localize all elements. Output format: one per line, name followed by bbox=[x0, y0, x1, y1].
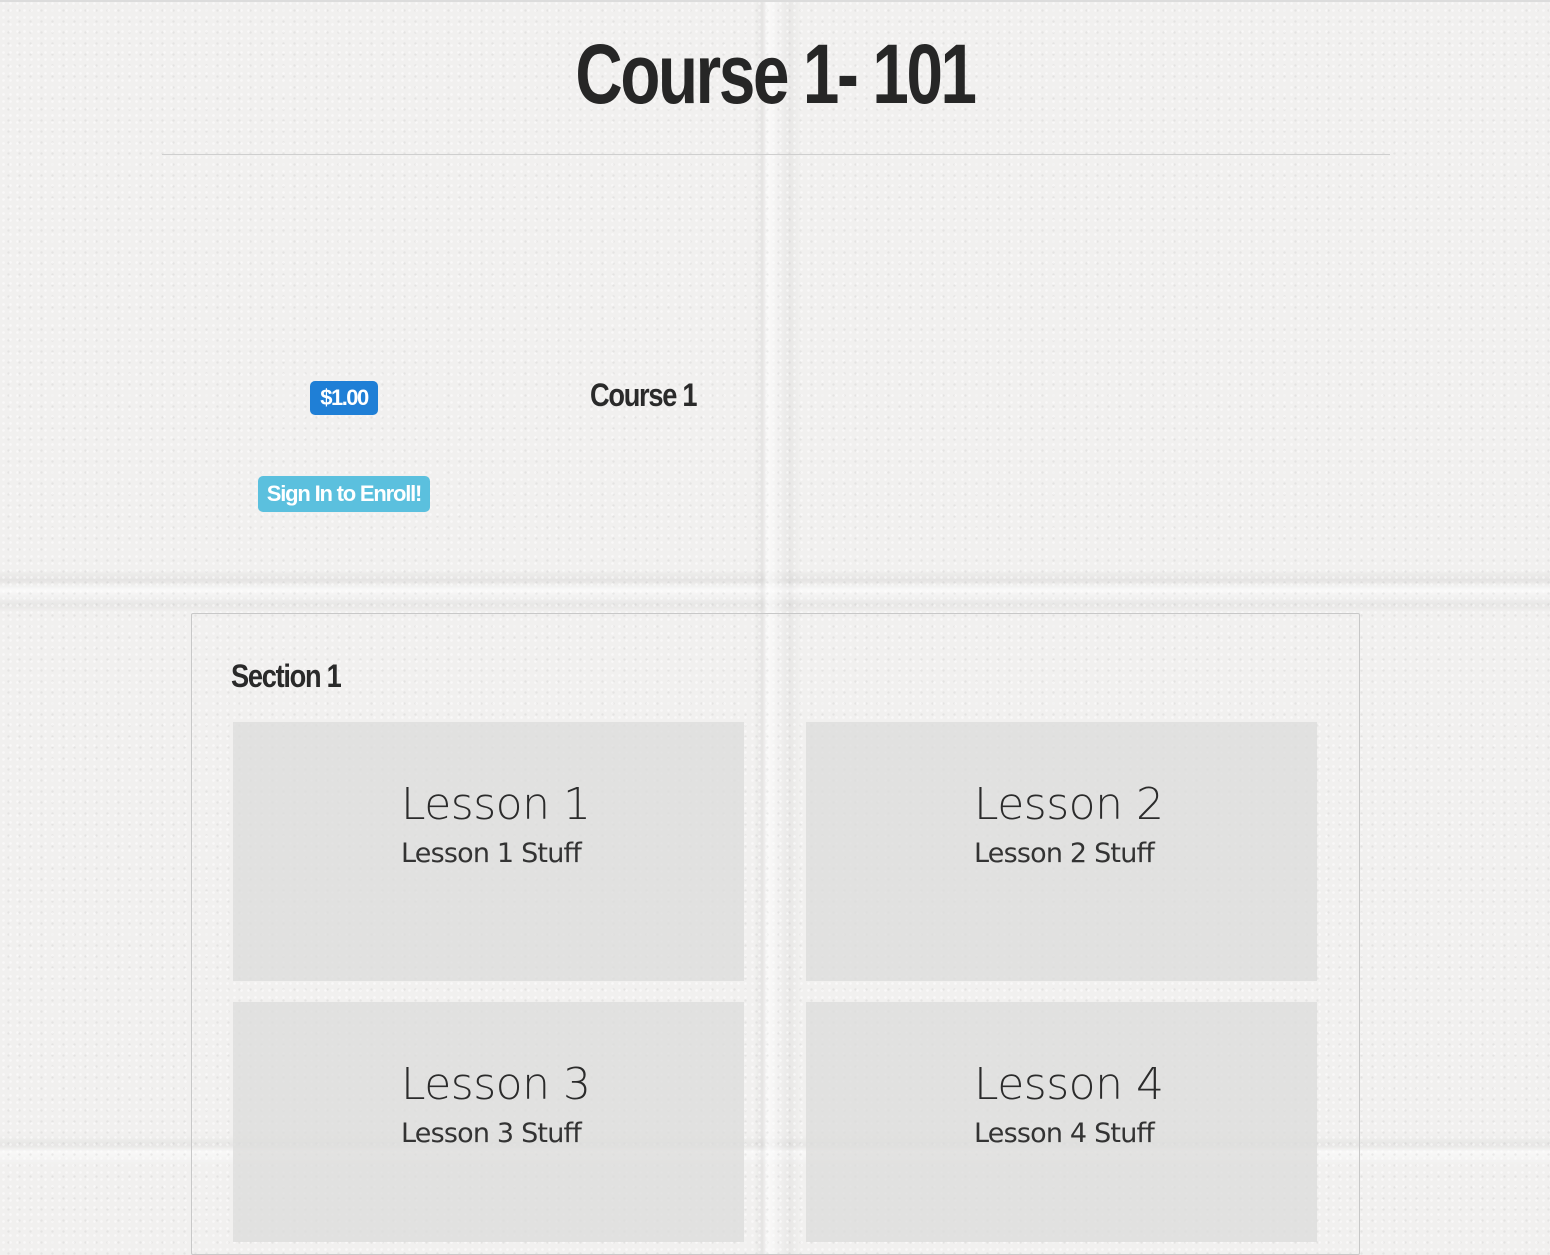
section-title: Section 1 bbox=[231, 658, 342, 694]
lesson-description: Lesson 4 Stuff bbox=[974, 1118, 1155, 1149]
title-divider bbox=[162, 154, 1390, 155]
sign-in-to-enroll-button[interactable]: Sign In to Enroll! bbox=[258, 476, 430, 512]
lesson-title: Lesson 1 bbox=[401, 779, 591, 830]
lesson-content: Lesson 1 Lesson 1 Stuff bbox=[401, 778, 591, 872]
lesson-content: Lesson 4 Lesson 4 Stuff bbox=[974, 1058, 1164, 1152]
lesson-title: Lesson 3 bbox=[401, 1059, 591, 1110]
lesson-card-1[interactable]: Lesson 1 Lesson 1 Stuff bbox=[233, 722, 744, 981]
course-name: Course 1 bbox=[590, 377, 697, 413]
lesson-card-2[interactable]: Lesson 2 Lesson 2 Stuff bbox=[806, 722, 1317, 981]
lesson-content: Lesson 3 Lesson 3 Stuff bbox=[401, 1058, 591, 1152]
page-title: Course 1- 101 bbox=[575, 27, 977, 121]
lesson-content: Lesson 2 Lesson 2 Stuff bbox=[974, 778, 1164, 872]
lesson-description: Lesson 2 Stuff bbox=[974, 838, 1155, 869]
lesson-title: Lesson 4 bbox=[974, 1059, 1164, 1110]
lesson-description: Lesson 3 Stuff bbox=[401, 1118, 582, 1149]
price-badge: $1.00 bbox=[310, 381, 378, 415]
lesson-card-3[interactable]: Lesson 3 Lesson 3 Stuff bbox=[233, 1002, 744, 1242]
lesson-card-4[interactable]: Lesson 4 Lesson 4 Stuff bbox=[806, 1002, 1317, 1242]
lesson-description: Lesson 1 Stuff bbox=[401, 838, 582, 869]
lesson-title: Lesson 2 bbox=[974, 779, 1164, 830]
top-border bbox=[0, 0, 1550, 2]
